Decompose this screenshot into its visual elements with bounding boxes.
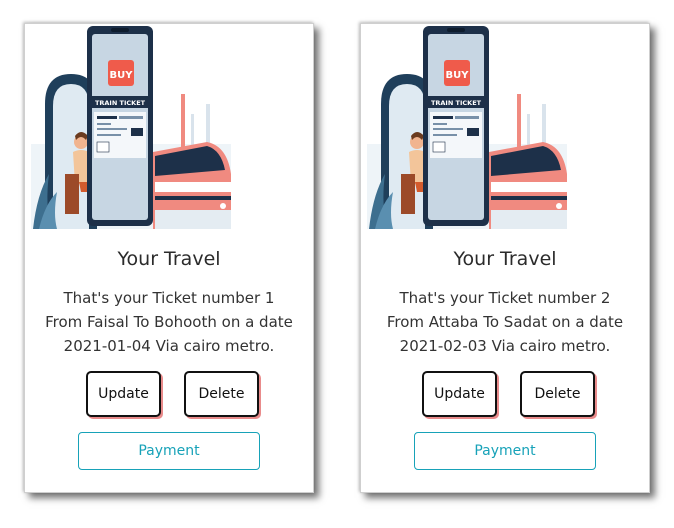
buy-text: BUY bbox=[446, 70, 470, 81]
ticket-card: BUY TRAIN TICKET Your Travel That's your… bbox=[24, 23, 314, 493]
payment-button[interactable]: Payment bbox=[78, 432, 260, 470]
delete-button[interactable]: Delete bbox=[520, 371, 595, 417]
delete-button[interactable]: Delete bbox=[184, 371, 259, 417]
payment-button[interactable]: Payment bbox=[414, 432, 596, 470]
buy-text: BUY bbox=[110, 70, 134, 81]
ticket-description: That's your Ticket number 2 From Attaba … bbox=[386, 289, 624, 355]
ticket-card: BUY TRAIN TICKET Your Travel That's your… bbox=[360, 23, 650, 493]
card-title: Your Travel bbox=[117, 248, 221, 270]
update-button[interactable]: Update bbox=[86, 371, 161, 417]
train-ticket-illustration: BUY TRAIN TICKET bbox=[367, 26, 567, 229]
ticket-description: That's your Ticket number 1 From Faisal … bbox=[45, 289, 293, 355]
update-button[interactable]: Update bbox=[422, 371, 497, 417]
ticket-text: TRAIN TICKET bbox=[95, 99, 146, 107]
train-ticket-illustration: BUY TRAIN TICKET bbox=[31, 26, 231, 229]
card-title: Your Travel bbox=[453, 248, 557, 270]
ticket-text: TRAIN TICKET bbox=[431, 99, 482, 107]
